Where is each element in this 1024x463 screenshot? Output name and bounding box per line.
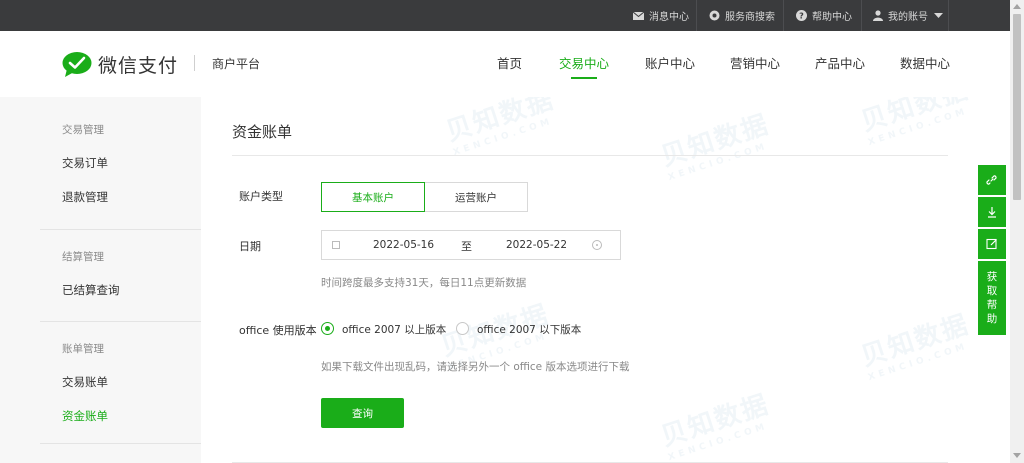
date-end-input[interactable]: 2022-05-22 xyxy=(506,239,567,251)
watermark: 贝知数据XENCIO.COM xyxy=(657,389,774,463)
sidebar-group-title: 交易管理 xyxy=(62,124,104,136)
radio-label-office-2007-above[interactable]: office 2007 以上版本 xyxy=(342,322,446,337)
sidebar-divider xyxy=(40,443,201,444)
download-icon xyxy=(988,207,996,218)
scroll-down-arrow[interactable] xyxy=(1013,453,1021,458)
copy-link-button[interactable] xyxy=(978,165,1006,195)
nav-trade-center[interactable]: 交易中心 xyxy=(559,53,609,72)
help-char: 帮 xyxy=(986,299,998,311)
nav-product-center[interactable]: 产品中心 xyxy=(815,53,865,72)
office-version-label: office 使用版本 xyxy=(239,324,317,337)
date-start-input[interactable]: 2022-05-16 xyxy=(373,239,434,251)
divider xyxy=(783,0,784,31)
top-bar: 消息中心 服务商搜索 ? 帮助中心 我的账号 xyxy=(0,0,1010,31)
get-help-button[interactable]: 获 取 帮 助 xyxy=(978,261,1006,335)
tab-operation-account[interactable]: 运营账户 xyxy=(424,182,528,212)
user-icon xyxy=(873,10,883,21)
wechat-pay-logo[interactable]: 微信支付 xyxy=(62,51,178,78)
calendar-icon xyxy=(332,241,340,249)
edit-icon xyxy=(986,238,997,250)
service-search-link[interactable]: 服务商搜索 xyxy=(709,0,775,31)
divider xyxy=(696,0,697,31)
tab-basic-account[interactable]: 基本账户 xyxy=(321,182,425,212)
radio-office-2007-below[interactable] xyxy=(456,322,469,335)
scroll-up-arrow[interactable] xyxy=(1013,4,1021,9)
nav-data-center[interactable]: 数据中心 xyxy=(900,53,950,72)
help-center-link[interactable]: ? 帮助中心 xyxy=(796,0,852,31)
query-button[interactable]: 查询 xyxy=(321,398,404,428)
account-type-label: 账户类型 xyxy=(239,190,283,203)
nav-marketing-center[interactable]: 营销中心 xyxy=(730,53,780,72)
sidebar-item-trade-orders[interactable]: 交易订单 xyxy=(62,155,108,171)
date-hint: 时间跨度最多支持31天，每日11点更新数据 xyxy=(321,277,527,289)
nav-home[interactable]: 首页 xyxy=(497,53,522,72)
divider xyxy=(861,0,862,31)
divider xyxy=(194,55,195,71)
message-center-link[interactable]: 消息中心 xyxy=(633,0,689,31)
date-range-picker[interactable]: 2022-05-16 至 2022-05-22 xyxy=(321,230,621,260)
sidebar-group-title: 账单管理 xyxy=(62,343,104,355)
radio-office-2007-above[interactable] xyxy=(321,322,334,335)
help-char: 助 xyxy=(986,313,998,325)
page-title: 资金账单 xyxy=(232,123,293,141)
sidebar-divider xyxy=(40,321,201,322)
sidebar-item-fund-bill[interactable]: 资金账单 xyxy=(62,408,108,424)
caret-down-icon xyxy=(934,13,943,18)
sidebar-item-refund-management[interactable]: 退款管理 xyxy=(62,189,108,205)
sidebar-item-settled-query[interactable]: 已结算查询 xyxy=(62,282,120,298)
platform-name: 商户平台 xyxy=(212,57,261,71)
date-range-separator: 至 xyxy=(461,240,472,253)
clear-date-icon[interactable] xyxy=(592,240,602,250)
download-button[interactable] xyxy=(978,197,1006,227)
help-char: 获 xyxy=(986,271,998,283)
sidebar-item-trade-bill[interactable]: 交易账单 xyxy=(62,374,108,390)
feedback-button[interactable] xyxy=(978,229,1006,259)
date-label: 日期 xyxy=(239,240,261,253)
wechat-pay-logo-icon xyxy=(62,52,92,77)
office-hint: 如果下载文件出现乱码，请选择另外一个 office 版本选项进行下载 xyxy=(321,361,630,373)
nav-active-indicator xyxy=(571,77,597,79)
watermark: 贝知数据XENCIO.COM xyxy=(857,309,974,384)
svg-text:?: ? xyxy=(799,12,804,21)
my-account-menu[interactable]: 我的账号 xyxy=(873,0,943,31)
help-icon: ? xyxy=(796,10,807,21)
brand-name: 微信支付 xyxy=(98,55,179,77)
link-icon xyxy=(986,175,997,185)
mail-icon xyxy=(633,11,644,20)
search-service-icon xyxy=(709,10,720,21)
radio-label-office-2007-below[interactable]: office 2007 以下版本 xyxy=(477,322,581,337)
watermark: 贝知数据XENCIO.COM xyxy=(657,109,774,184)
scrollbar-thumb[interactable] xyxy=(1013,14,1021,200)
sidebar-divider xyxy=(40,229,201,230)
title-divider xyxy=(232,155,948,156)
divider xyxy=(948,0,949,31)
help-char: 取 xyxy=(986,285,998,297)
sidebar-group-title: 结算管理 xyxy=(62,251,104,263)
nav-account-center[interactable]: 账户中心 xyxy=(645,53,695,72)
